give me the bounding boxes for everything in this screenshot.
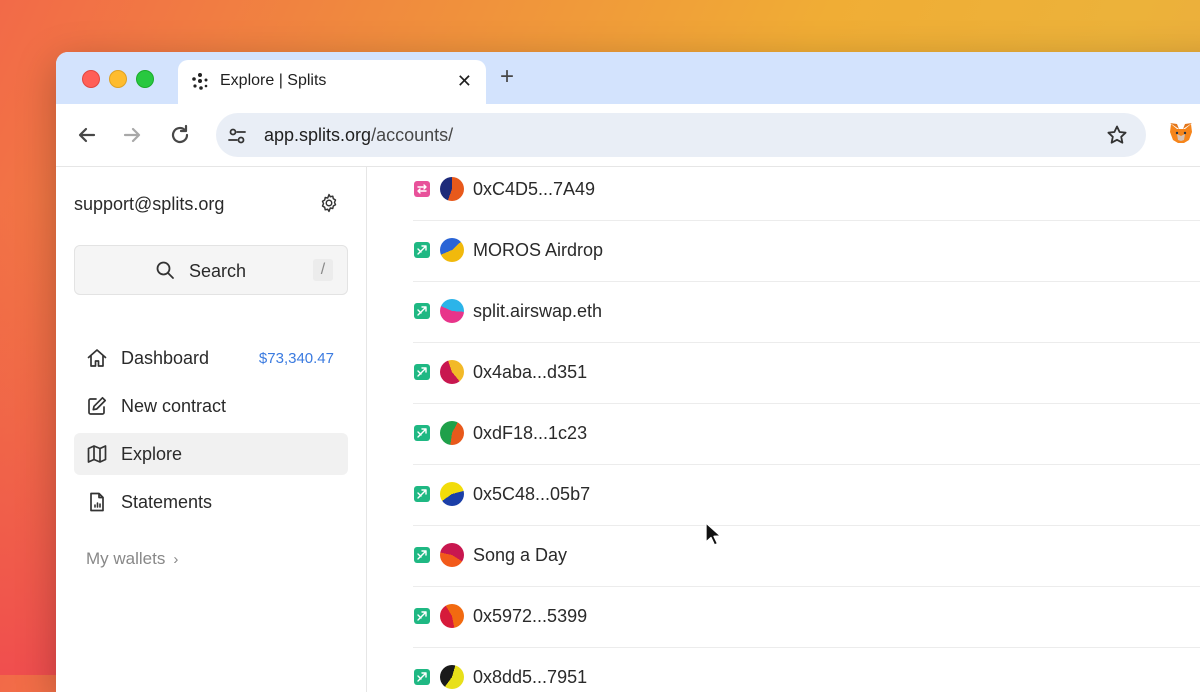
account-row[interactable]: split.airswap.eth <box>413 281 1200 343</box>
account-avatar <box>440 299 464 323</box>
splits-logo-icon <box>192 73 208 90</box>
account-avatar <box>440 360 464 384</box>
chevron-right-icon: › <box>173 551 179 568</box>
sidebar-item-explore[interactable]: Explore <box>74 433 348 475</box>
forward-arrow-icon[interactable] <box>119 122 145 148</box>
account-row[interactable]: 0x5972...5399 <box>413 586 1200 648</box>
swapper-type-icon <box>414 181 430 197</box>
dashboard-balance: $73,340.47 <box>258 350 334 367</box>
minimize-window-button[interactable] <box>109 70 127 88</box>
split-type-icon <box>414 669 430 685</box>
sidebar-item-label: New contract <box>121 396 227 416</box>
back-arrow-icon[interactable] <box>74 122 100 148</box>
split-type-icon <box>414 242 430 258</box>
site-settings-icon[interactable] <box>226 125 248 147</box>
pencil-square-icon <box>88 396 107 415</box>
sidebar-item-dashboard[interactable]: Dashboard $73,340.47 <box>74 337 348 379</box>
accounts-list: 0xC4D5...7A49 MOROS Airdrop split.airswap.… <box>367 167 1200 692</box>
account-name[interactable]: split.airswap.eth <box>473 301 602 322</box>
tab-explore-splits[interactable]: Explore | Splits ✕ <box>178 60 486 104</box>
account-name[interactable]: 0x5972...5399 <box>473 606 587 627</box>
browser-window: Explore | Splits ✕ + app.splits.org/acco… <box>56 52 1200 692</box>
split-type-icon <box>414 364 430 380</box>
url-path: /accounts/ <box>371 125 454 145</box>
search-label: Search <box>189 261 247 281</box>
my-wallets-toggle[interactable]: My wallets › <box>86 549 178 569</box>
sidebar-item-label: Explore <box>121 444 183 464</box>
split-type-icon <box>414 608 430 624</box>
sidebar-item-statements[interactable]: Statements <box>74 481 348 523</box>
account-avatar <box>440 421 464 445</box>
account-row[interactable]: MOROS Airdrop <box>413 220 1200 282</box>
bookmark-star-icon[interactable] <box>1106 124 1128 146</box>
reload-icon[interactable] <box>167 122 193 148</box>
account-row[interactable]: Song a Day <box>413 525 1200 587</box>
account-avatar <box>440 482 464 506</box>
browser-toolbar: app.splits.org/accounts/ <box>56 104 1200 167</box>
document-chart-icon <box>90 492 104 512</box>
account-name[interactable]: 0xdF18...1c23 <box>473 423 587 444</box>
metamask-fox-icon[interactable] <box>1168 120 1194 146</box>
tab-title: Explore | Splits <box>220 72 327 89</box>
split-type-icon <box>414 303 430 319</box>
account-row[interactable]: 0xdF18...1c23 <box>413 403 1200 465</box>
account-name[interactable]: 0xC4D5...7A49 <box>473 179 595 200</box>
account-avatar <box>440 604 464 628</box>
split-type-icon <box>414 547 430 563</box>
account-name[interactable]: 0x4aba...d351 <box>473 362 587 383</box>
search-shortcut-key: / <box>313 259 333 281</box>
my-wallets-label: My wallets <box>86 549 166 568</box>
account-row[interactable]: 0xC4D5...7A49 <box>413 159 1200 221</box>
account-name[interactable]: 0x8dd5...7951 <box>473 667 587 688</box>
gear-icon[interactable] <box>318 192 340 214</box>
account-avatar <box>440 238 464 262</box>
split-type-icon <box>414 486 430 502</box>
account-row[interactable]: 0x5C48...05b7 <box>413 464 1200 526</box>
close-window-button[interactable] <box>82 70 100 88</box>
account-avatar <box>440 177 464 201</box>
zoom-window-button[interactable] <box>136 70 154 88</box>
search-button[interactable]: Search / <box>74 245 348 295</box>
address-bar[interactable]: app.splits.org/accounts/ <box>216 113 1146 157</box>
url-text[interactable]: app.splits.org/accounts/ <box>264 125 453 146</box>
sidebar-item-label: Dashboard <box>121 348 210 368</box>
url-host: app.splits.org <box>264 125 372 145</box>
sidebar: support@splits.org Search / Dashboard $7… <box>56 167 367 692</box>
account-avatar <box>440 665 464 689</box>
account-row[interactable]: 0x4aba...d351 <box>413 342 1200 404</box>
close-tab-icon[interactable]: ✕ <box>457 71 472 92</box>
sidebar-item-label: Statements <box>121 492 213 512</box>
account-name[interactable]: Song a Day <box>473 545 567 566</box>
account-name[interactable]: MOROS Airdrop <box>473 240 603 261</box>
map-icon <box>87 445 107 463</box>
search-icon <box>156 261 174 279</box>
split-type-icon <box>414 425 430 441</box>
account-email[interactable]: support@splits.org <box>74 194 224 215</box>
account-row[interactable]: 0x8dd5...7951 <box>413 647 1200 692</box>
account-avatar <box>440 543 464 567</box>
mouse-cursor-icon <box>705 522 721 546</box>
home-icon <box>87 349 107 367</box>
account-name[interactable]: 0x5C48...05b7 <box>473 484 590 505</box>
new-tab-button[interactable]: + <box>500 64 514 90</box>
tab-strip: Explore | Splits ✕ + <box>56 52 1200 104</box>
sidebar-item-new-contract[interactable]: New contract <box>74 385 348 427</box>
